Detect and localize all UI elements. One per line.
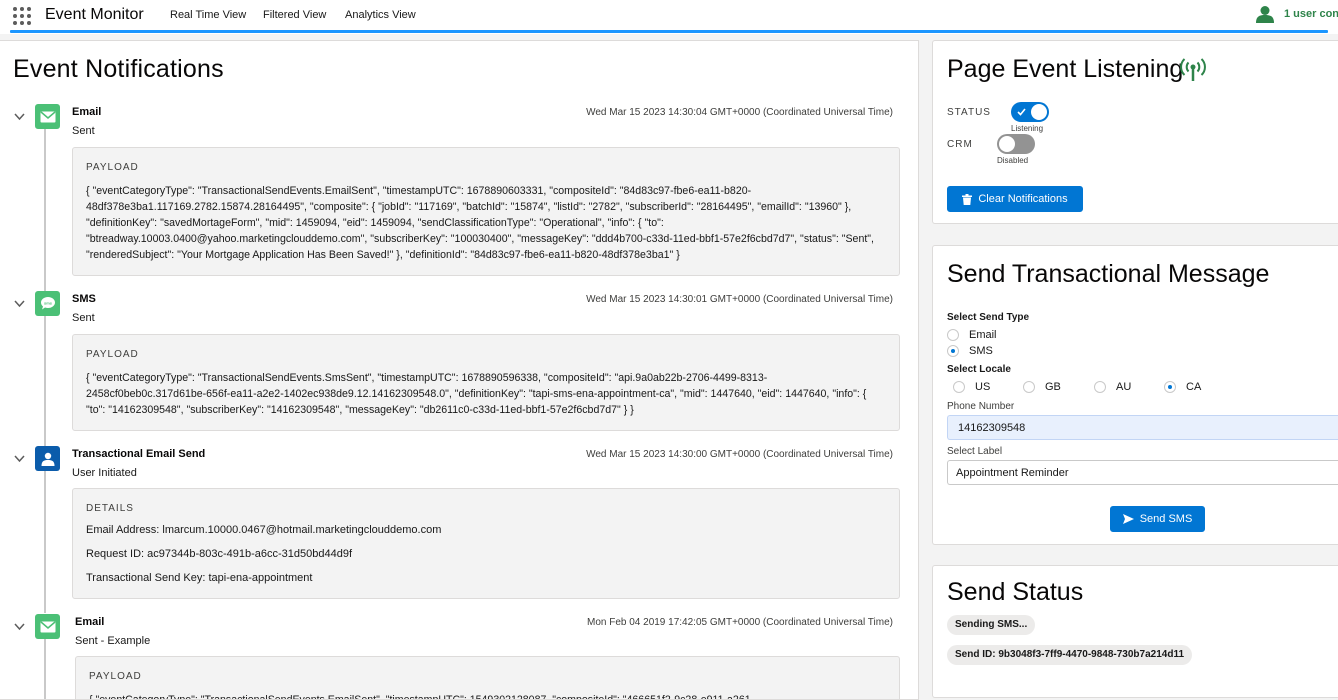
send-status-card: Send Status Sending SMS... Send ID: 9b30… bbox=[932, 565, 1338, 698]
payload-box: PAYLOAD { "eventCategoryType": "Transact… bbox=[72, 334, 900, 431]
send-icon bbox=[1122, 514, 1134, 524]
app-name: Event Monitor bbox=[45, 6, 144, 23]
details-label: DETAILS bbox=[86, 503, 134, 514]
crm-caption: Disabled bbox=[997, 156, 1029, 165]
phone-number-input[interactable]: 14162309548 bbox=[947, 415, 1338, 440]
details-box: DETAILS Email Address: lmarcum.10000.046… bbox=[72, 488, 900, 599]
status-pill-sending: Sending SMS... bbox=[947, 615, 1036, 635]
panel-title: Event Notifications bbox=[13, 55, 224, 83]
global-header: Event Monitor Real Time View Filtered Vi… bbox=[0, 0, 1338, 34]
radio-email-label: Email bbox=[969, 329, 997, 341]
toggle-knob bbox=[999, 136, 1015, 152]
timeline-connector bbox=[44, 470, 46, 613]
header-divider bbox=[10, 30, 1328, 33]
connected-users-count: 1 user connected bbox=[1284, 8, 1338, 20]
user-presence-icon bbox=[1256, 6, 1274, 23]
check-icon bbox=[1017, 108, 1026, 116]
crm-toggle[interactable] bbox=[997, 134, 1035, 154]
payload-text: { "eventCategoryType": "TransactionalSen… bbox=[86, 372, 867, 416]
broadcast-icon bbox=[1180, 58, 1206, 81]
chevron-down-icon[interactable] bbox=[14, 113, 25, 121]
status-caption: Listening bbox=[1011, 124, 1044, 133]
payload-text: { "eventCategoryType": "TransactionalSen… bbox=[86, 185, 874, 261]
event-title: Email bbox=[75, 616, 105, 628]
event-title: Transactional Email Send bbox=[72, 448, 206, 460]
send-sms-button[interactable]: Send SMS bbox=[1110, 506, 1205, 532]
clear-notifications-button[interactable]: Clear Notifications bbox=[947, 186, 1083, 212]
chevron-down-icon[interactable] bbox=[14, 300, 25, 308]
detail-email-address: Email Address: lmarcum.10000.0467@hotmai… bbox=[86, 524, 442, 536]
payload-text: { "eventCategoryType": "TransactionalSen… bbox=[89, 694, 755, 700]
timeline-connector bbox=[44, 315, 46, 450]
page-event-listening-card: Page Event Listening STATUS Listening CR… bbox=[932, 40, 1338, 224]
event-title: Email bbox=[72, 106, 102, 118]
sms-icon: sms bbox=[35, 291, 60, 316]
email-icon bbox=[35, 614, 60, 639]
payload-label: PAYLOAD bbox=[86, 349, 139, 360]
event-status: Sent bbox=[72, 125, 95, 137]
phone-number-label: Phone Number bbox=[947, 401, 1015, 412]
card-title: Page Event Listening bbox=[947, 55, 1184, 83]
payload-label: PAYLOAD bbox=[89, 671, 142, 682]
radio-locale-us-label: US bbox=[975, 381, 991, 393]
select-label-label: Select Label bbox=[947, 446, 1003, 457]
event-title: SMS bbox=[72, 293, 96, 305]
payload-box: PAYLOAD { "eventCategoryType": "Transact… bbox=[75, 656, 900, 700]
radio-locale-gb-label: GB bbox=[1045, 381, 1061, 393]
status-label: STATUS bbox=[947, 107, 991, 118]
app-launcher-icon[interactable] bbox=[13, 7, 31, 25]
radio-locale-au-label: AU bbox=[1116, 381, 1132, 393]
event-notifications-panel: Event Notifications Email Sent Wed Mar 1… bbox=[0, 40, 919, 700]
radio-locale-au[interactable] bbox=[1094, 381, 1106, 393]
payload-label: PAYLOAD bbox=[86, 162, 139, 173]
nav-item-filtered-view[interactable]: Filtered View bbox=[263, 9, 326, 21]
nav-item-analytics-view[interactable]: Analytics View bbox=[345, 9, 416, 21]
card-title: Send Transactional Message bbox=[947, 260, 1270, 288]
send-type-label: Select Send Type bbox=[947, 312, 1030, 323]
detail-send-key: Transactional Send Key: tapi-ena-appoint… bbox=[86, 572, 313, 584]
detail-request-id: Request ID: ac97344b-803c-491b-a6cc-31d5… bbox=[86, 548, 353, 560]
radio-sms[interactable] bbox=[947, 345, 959, 357]
radio-sms-label: SMS bbox=[969, 345, 993, 357]
radio-locale-gb[interactable] bbox=[1023, 381, 1035, 393]
radio-locale-us[interactable] bbox=[953, 381, 965, 393]
locale-label: Select Locale bbox=[947, 364, 1011, 375]
event-timestamp: Mon Feb 04 2019 17:42:05 GMT+0000 (Coord… bbox=[586, 617, 893, 628]
status-toggle[interactable] bbox=[1011, 102, 1049, 122]
event-timestamp: Wed Mar 15 2023 14:30:01 GMT+0000 (Coord… bbox=[586, 294, 893, 305]
event-status: Sent bbox=[72, 312, 95, 324]
trash-icon bbox=[962, 193, 973, 205]
radio-email[interactable] bbox=[947, 329, 959, 341]
toggle-knob bbox=[1031, 104, 1047, 120]
user-icon bbox=[35, 446, 60, 471]
timeline-connector bbox=[44, 128, 46, 293]
svg-text:sms: sms bbox=[43, 301, 52, 306]
clear-notifications-label: Clear Notifications bbox=[978, 193, 1068, 205]
send-transactional-message-card: Send Transactional Message Select Send T… bbox=[932, 245, 1338, 545]
timeline-connector bbox=[44, 638, 46, 699]
event-timestamp: Wed Mar 15 2023 14:30:04 GMT+0000 (Coord… bbox=[586, 107, 893, 118]
radio-locale-ca[interactable] bbox=[1164, 381, 1176, 393]
status-pill-send-id: Send ID: 9b3048f3-7ff9-4470-9848-730b7a2… bbox=[947, 645, 1193, 665]
send-sms-label: Send SMS bbox=[1139, 513, 1193, 525]
event-status: Sent - Example bbox=[75, 635, 151, 647]
chevron-down-icon[interactable] bbox=[14, 455, 25, 463]
nav-item-real-time-view[interactable]: Real Time View bbox=[170, 9, 246, 21]
email-icon bbox=[35, 104, 60, 129]
event-status: User Initiated bbox=[72, 467, 137, 479]
radio-locale-ca-label: CA bbox=[1186, 381, 1202, 393]
event-timestamp: Wed Mar 15 2023 14:30:00 GMT+0000 (Coord… bbox=[586, 449, 893, 460]
payload-box: PAYLOAD { "eventCategoryType": "Transact… bbox=[72, 147, 900, 276]
crm-label: CRM bbox=[947, 139, 973, 150]
label-select[interactable]: Appointment Reminder bbox=[947, 460, 1338, 485]
card-title: Send Status bbox=[947, 578, 1084, 606]
chevron-down-icon[interactable] bbox=[14, 623, 25, 631]
